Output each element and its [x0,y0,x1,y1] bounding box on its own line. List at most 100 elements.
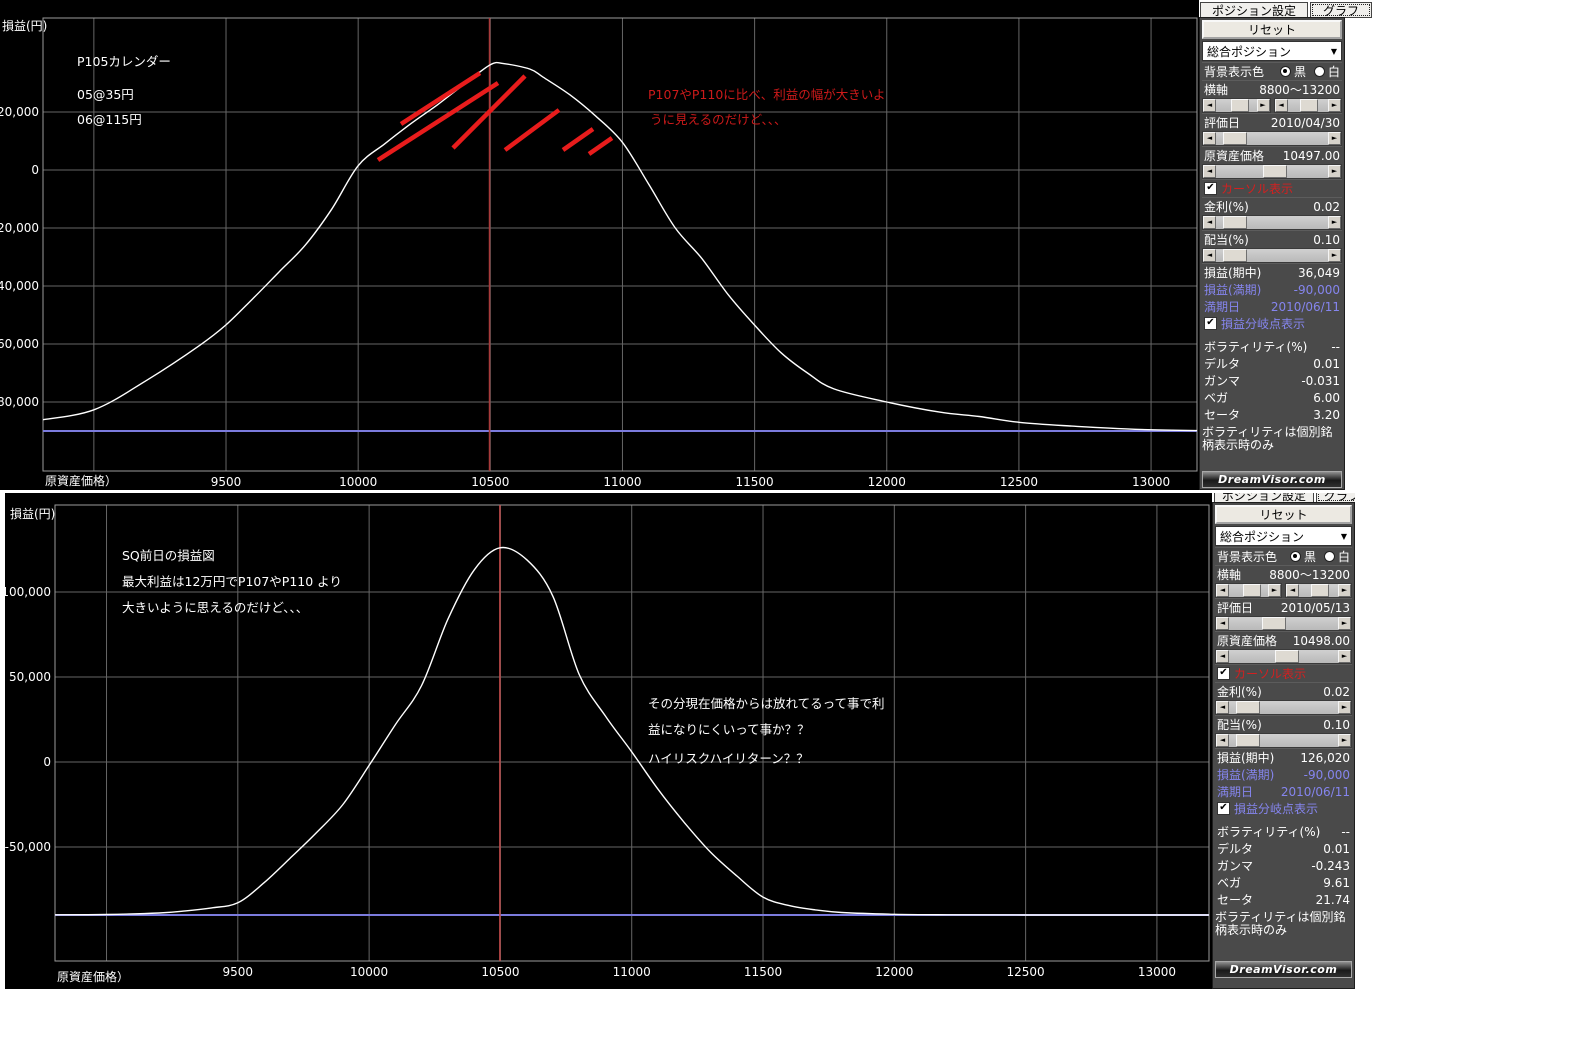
chart2-annotation: その分現在価格からは放れてるって事で利 [648,693,885,712]
interest-rate-row: 金利(%) 0.02 [1202,197,1342,215]
breakeven-display-row[interactable]: ✔ 損益分岐点表示 [1215,800,1352,817]
reset-button[interactable]: リセット [1215,505,1352,524]
haxis-scrollbar-right[interactable]: ◄ ► [1285,583,1352,598]
eval-date-scrollbar[interactable]: ◄ ► [1202,131,1342,146]
cursor-display-checkbox[interactable]: ✔ [1217,667,1230,680]
bg-color-row: 背景表示色 黒 白 [1202,62,1342,80]
cursor-display-row[interactable]: ✔ カーソル表示 [1202,179,1342,197]
scrollbar-thumb[interactable] [1262,617,1286,630]
delta-row: デルタ 0.01 [1215,840,1352,857]
bottom-panel-tabs: ポジション設定 グラフ [1214,493,1355,502]
breakeven-display-row[interactable]: ✔ 損益分岐点表示 [1202,315,1342,332]
scroll-left-icon[interactable]: ◄ [1216,584,1229,597]
scrollbar-thumb[interactable] [1275,650,1299,663]
haxis-scrollbar-right[interactable]: ◄ ► [1274,98,1343,113]
interest-rate-row: 金利(%) 0.02 [1215,682,1352,700]
dreamvisor-logo: DreamVisor.com [1202,471,1342,488]
scroll-right-icon[interactable]: ► [1338,584,1351,597]
chart2-annotation: 最大利益は12万円でP107やP110 より [122,571,342,590]
tab-graph[interactable]: グラフ [1310,2,1372,18]
scroll-left-icon[interactable]: ◄ [1203,216,1216,229]
bg-white-radio[interactable] [1324,551,1335,562]
pl-expiry-row: 損益(満期) -90,000 [1215,766,1352,783]
scroll-left-icon[interactable]: ◄ [1203,249,1216,262]
scroll-right-icon[interactable]: ► [1328,165,1341,178]
expiry-date-row: 満期日 2010/06/11 [1215,783,1352,800]
scroll-right-icon[interactable]: ► [1328,216,1341,229]
scroll-left-icon[interactable]: ◄ [1216,617,1229,630]
scrollbar-thumb[interactable] [1223,249,1247,262]
scroll-right-icon[interactable]: ► [1338,617,1351,630]
bottom-control-panel: リセット 総合ポジション ▼ 背景表示色 黒 白 横軸 8800～13200 ◄… [1212,502,1355,989]
scroll-left-icon[interactable]: ◄ [1216,734,1229,747]
scroll-right-icon[interactable]: ► [1268,584,1281,597]
haxis-scrollbars: ◄ ► ◄ ► [1202,98,1342,113]
top-control-panel: リセット 総合ポジション ▼ 背景表示色 黒 白 横軸 8800～13200 ◄… [1199,17,1345,490]
scroll-right-icon[interactable]: ► [1338,734,1351,747]
underlying-price-scrollbar[interactable]: ◄ ► [1215,649,1352,664]
eval-date-row: 評価日 2010/04/30 [1202,113,1342,131]
scroll-right-icon[interactable]: ► [1257,99,1270,112]
chart1-annotation: P105カレンダー [77,51,171,70]
dividend-scrollbar[interactable]: ◄ ► [1202,248,1342,263]
volatility-row: ボラティリティ(%) -- [1215,823,1352,840]
dreamvisor-logo: DreamVisor.com [1215,961,1352,978]
bg-white-radio[interactable] [1314,66,1325,77]
tab-position-settings[interactable]: ポジション設定 [1200,2,1308,18]
chart1-annotation: 06@115円 [77,109,142,128]
scroll-right-icon[interactable]: ► [1338,650,1351,663]
bg-black-radio[interactable] [1280,66,1291,77]
cursor-display-checkbox[interactable]: ✔ [1204,182,1217,195]
underlying-price-row: 原資産価格 10498.00 [1215,631,1352,649]
scroll-left-icon[interactable]: ◄ [1203,165,1216,178]
pl-interim-row: 損益(期中) 126,020 [1215,748,1352,766]
scrollbar-thumb[interactable] [1236,701,1260,714]
haxis-scrollbar-left[interactable]: ◄ ► [1215,583,1282,598]
scrollbar-thumb[interactable] [1231,99,1249,112]
eval-date-scrollbar[interactable]: ◄ ► [1215,616,1352,631]
tab-position-settings[interactable]: ポジション設定 [1214,493,1314,502]
interest-rate-scrollbar[interactable]: ◄ ► [1215,700,1352,715]
volatility-note: ボラティリティは個別銘柄表示時のみ [1202,426,1342,452]
scroll-left-icon[interactable]: ◄ [1203,132,1216,145]
scroll-left-icon[interactable]: ◄ [1216,650,1229,663]
dividend-scrollbar[interactable]: ◄ ► [1215,733,1352,748]
scroll-right-icon[interactable]: ► [1328,99,1341,112]
scrollbar-thumb[interactable] [1243,584,1261,597]
theta-row: セータ 3.20 [1202,406,1342,423]
dropdown-caret-icon: ▼ [1341,532,1347,541]
scroll-right-icon[interactable]: ► [1328,249,1341,262]
haxis-scrollbar-left[interactable]: ◄ ► [1202,98,1271,113]
interest-rate-scrollbar[interactable]: ◄ ► [1202,215,1342,230]
scroll-left-icon[interactable]: ◄ [1216,701,1229,714]
chart2-annotation: 大きいように思えるのだけど、、、 [122,597,308,616]
gamma-row: ガンマ -0.243 [1215,857,1352,874]
bg-white-label: 白 [1338,548,1350,565]
scrollbar-thumb[interactable] [1311,584,1329,597]
scrollbar-thumb[interactable] [1263,165,1287,178]
position-select[interactable]: 総合ポジション ▼ [1215,526,1352,546]
position-select-value: 総合ポジション [1220,528,1304,545]
scroll-left-icon[interactable]: ◄ [1286,584,1299,597]
reset-button[interactable]: リセット [1202,20,1342,39]
position-select[interactable]: 総合ポジション ▼ [1202,41,1342,61]
underlying-price-scrollbar[interactable]: ◄ ► [1202,164,1342,179]
scrollbar-thumb[interactable] [1236,734,1260,747]
breakeven-checkbox[interactable]: ✔ [1217,802,1230,815]
bg-white-label: 白 [1328,63,1340,80]
dividend-row: 配当(%) 0.10 [1202,230,1342,248]
pl-interim-row: 損益(期中) 36,049 [1202,263,1342,281]
bg-black-radio[interactable] [1290,551,1301,562]
bottom-panel-tabs-clipped: ポジション設定 グラフ [1214,493,1355,502]
volatility-note: ボラティリティは個別銘柄表示時のみ [1215,911,1352,937]
scrollbar-thumb[interactable] [1223,132,1247,145]
breakeven-checkbox[interactable]: ✔ [1204,317,1217,330]
scrollbar-thumb[interactable] [1223,216,1247,229]
scroll-right-icon[interactable]: ► [1338,701,1351,714]
cursor-display-row[interactable]: ✔ カーソル表示 [1215,664,1352,682]
scroll-left-icon[interactable]: ◄ [1203,99,1216,112]
tab-graph[interactable]: グラフ [1316,493,1355,502]
scroll-right-icon[interactable]: ► [1328,132,1341,145]
scrollbar-thumb[interactable] [1300,99,1318,112]
scroll-left-icon[interactable]: ◄ [1275,99,1288,112]
